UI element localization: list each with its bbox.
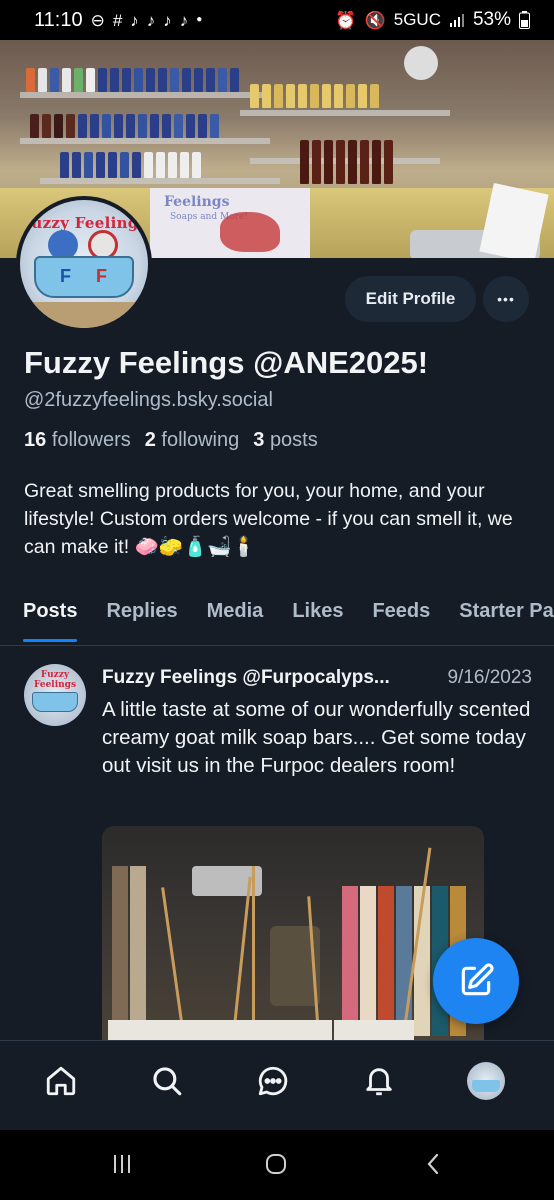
profile-avatar[interactable]: Fuzzy Feelings F F — [16, 196, 152, 332]
profile-bio: Great smelling products for you, your ho… — [24, 480, 513, 558]
edit-profile-button[interactable]: Edit Profile — [345, 276, 476, 322]
chat-icon — [258, 1066, 288, 1096]
followers-label: followers — [51, 429, 131, 451]
following-link[interactable]: 2 following — [145, 429, 240, 452]
battery-icon — [519, 11, 530, 29]
tab-likes[interactable]: Likes — [292, 596, 343, 644]
posts-count: 3 — [253, 429, 265, 451]
compose-icon — [461, 963, 494, 996]
followers-link[interactable]: 16 followers — [24, 429, 131, 452]
home-icon — [46, 1066, 76, 1096]
status-bar: 11:10 ⊖ # ♪ ♪ ♪ ♪ ● ⏰ 🔇 5GUC 53% — [0, 0, 554, 40]
nav-notifications[interactable] — [359, 1061, 399, 1101]
followers-count: 16 — [24, 429, 47, 451]
following-count: 2 — [144, 429, 156, 451]
post-header: Fuzzy Feelings @Furpocalyps... 9/16/2023 — [102, 667, 532, 689]
recents-icon[interactable] — [110, 1152, 134, 1176]
following-label: following — [161, 429, 240, 451]
signal-icon — [449, 14, 464, 27]
post-image[interactable] — [102, 826, 484, 1040]
nav-chat[interactable] — [253, 1061, 293, 1101]
status-time: 11:10 — [34, 8, 83, 31]
banner-sign: Feelings Soaps and More! — [150, 188, 310, 258]
posts-label: posts — [269, 429, 318, 451]
post-avatar-text: Fuzzy Feelings — [33, 670, 77, 690]
tab-feeds[interactable]: Feeds — [372, 596, 430, 644]
network-label: 5GUC — [393, 10, 441, 29]
mute-icon: 🔇 — [364, 10, 386, 30]
search-icon — [153, 1067, 182, 1096]
back-icon[interactable] — [422, 1152, 446, 1176]
tab-media[interactable]: Media — [207, 596, 264, 644]
nav-search[interactable] — [147, 1061, 187, 1101]
tiktok-icon: ♪ — [146, 10, 156, 30]
compose-button[interactable] — [433, 938, 519, 1024]
nav-profile[interactable] — [466, 1061, 506, 1101]
post-author-avatar[interactable]: Fuzzy Feelings — [24, 664, 86, 726]
post-date: 9/16/2023 — [447, 667, 532, 688]
post-text[interactable]: A little taste at some of our wonderfull… — [102, 696, 532, 780]
tiktok-icon: ♪ — [163, 10, 172, 30]
minus-circle-icon: ⊖ — [90, 10, 105, 30]
slack-icon: # — [112, 10, 123, 30]
bell-icon — [366, 1068, 392, 1096]
tab-starter-packs[interactable]: Starter Packs — [459, 596, 554, 644]
more-icon: ••• — [497, 291, 515, 307]
alarm-icon: ⏰ — [335, 10, 357, 30]
tab-posts[interactable]: Posts — [23, 596, 78, 644]
tiktok-icon: ♪ — [130, 10, 139, 30]
dot-icon: ● — [196, 14, 203, 25]
more-options-button[interactable]: ••• — [483, 276, 529, 322]
profile-handle: @2fuzzyfeelings.bsky.social — [24, 389, 273, 411]
tiktok-icon: ♪ — [179, 10, 189, 30]
profile-avatar-icon — [467, 1062, 505, 1100]
battery-percent: 53% — [472, 9, 511, 30]
avatar-title-text: Fuzzy Feelings — [20, 214, 148, 232]
banner-sign-text: Feelings — [164, 194, 230, 210]
bottom-navigation — [0, 1040, 554, 1130]
posts-stat: 3 posts — [253, 429, 318, 452]
nav-home[interactable] — [41, 1061, 81, 1101]
home-circle-icon[interactable] — [264, 1152, 288, 1176]
profile-display-name: Fuzzy Feelings @ANE2025! — [24, 345, 429, 380]
tab-replies[interactable]: Replies — [106, 596, 177, 644]
system-navigation — [0, 1130, 554, 1200]
post-author-name[interactable]: Fuzzy Feelings @Furpocalyps... — [102, 667, 390, 689]
profile-stats: 16 followers 2 following 3 posts — [24, 429, 318, 452]
profile-tabs: Posts Replies Media Likes Feeds Starter … — [0, 596, 554, 646]
